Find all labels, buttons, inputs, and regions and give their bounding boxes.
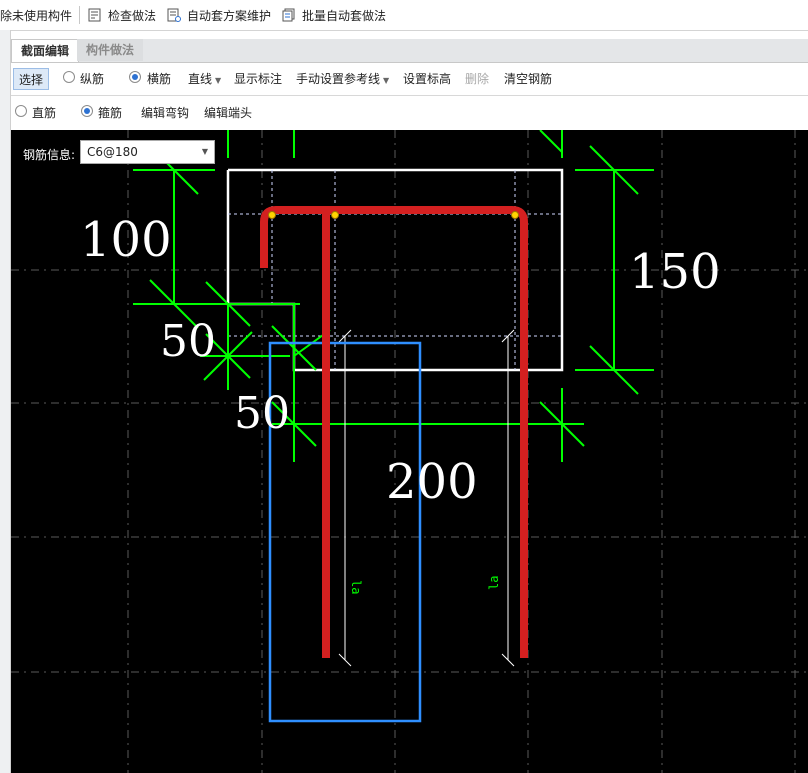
la-right-label: la xyxy=(487,576,501,590)
line-type-dropdown[interactable]: 直线 ▼ xyxy=(188,71,221,87)
chevron-down-icon: ▼ xyxy=(215,76,222,85)
edit-toolbar: 选择 纵筋 横筋 直线 ▼ 显示标注 手动设置参考线 ▼ 设置标高 删除 清空钢筋 xyxy=(11,63,808,96)
check-method-label: 检查做法 xyxy=(108,9,157,23)
left-panel-edge xyxy=(0,30,11,773)
drawing-canvas[interactable]: 100 150 50 50 200 la la xyxy=(11,130,808,773)
check-method-button[interactable]: 检查做法 xyxy=(88,7,156,25)
manual-reference-line-label: 手动设置参考线 xyxy=(296,72,381,86)
delete-button[interactable]: 删除 xyxy=(465,71,489,87)
dim-100: 100 xyxy=(80,212,172,268)
tab-bar: 截面编辑 构件做法 xyxy=(11,39,808,63)
show-annotation-button[interactable]: 显示标注 xyxy=(234,71,282,87)
batch-auto-button[interactable]: 批量自动套做法 xyxy=(282,7,386,25)
dim-150: 150 xyxy=(629,244,721,300)
delete-unused-label: 除未使用构件 xyxy=(0,9,73,23)
edit-end-button[interactable]: 编辑端头 xyxy=(204,105,252,121)
select-button[interactable]: 选择 xyxy=(13,68,50,90)
batch-auto-icon xyxy=(282,8,295,22)
radio-longitudinal[interactable] xyxy=(63,71,75,83)
tab-section-edit[interactable]: 截面编辑 xyxy=(11,39,80,62)
delete-unused-button[interactable]: 除未使用构件 xyxy=(0,7,72,25)
auto-scheme-icon xyxy=(167,8,181,22)
chevron-down-icon: ▼ xyxy=(201,147,208,156)
dim-50-lower: 50 xyxy=(234,388,290,439)
auto-scheme-label: 自动套方案维护 xyxy=(187,9,272,23)
manual-reference-line-dropdown[interactable]: 手动设置参考线 ▼ xyxy=(296,71,389,87)
rebar-info-combobox[interactable]: C6@180 ▼ xyxy=(80,140,215,164)
top-toolbar: 除未使用构件 检查做法 自动套方案维护 批量自动套做法 xyxy=(0,0,808,31)
clear-rebar-button[interactable]: 清空钢筋 xyxy=(504,71,552,87)
rebar-info-label: 钢筋信息: xyxy=(23,148,76,162)
check-method-icon xyxy=(88,8,101,22)
dimension-lines xyxy=(133,130,654,462)
la-left-label: la xyxy=(349,580,363,594)
auto-scheme-button[interactable]: 自动套方案维护 xyxy=(167,7,271,25)
rebar-type-toolbar: 直筋 箍筋 编辑弯钩 编辑端头 xyxy=(11,97,808,129)
radio-transverse[interactable] xyxy=(129,71,141,83)
batch-auto-label: 批量自动套做法 xyxy=(302,9,387,23)
toolbar-divider xyxy=(79,6,80,24)
chevron-down-icon: ▼ xyxy=(383,76,390,85)
radio-transverse-label: 横筋 xyxy=(147,72,172,86)
radio-longitudinal-label: 纵筋 xyxy=(80,72,105,86)
rebar-info-value: C6@180 xyxy=(87,145,138,159)
edit-hook-button[interactable]: 编辑弯钩 xyxy=(141,105,189,121)
radio-stirrup-label: 箍筋 xyxy=(98,106,123,120)
radio-straight[interactable] xyxy=(15,105,27,117)
line-type-label: 直线 xyxy=(188,72,213,86)
radio-straight-label: 直筋 xyxy=(32,106,57,120)
section-drawing: 100 150 50 50 200 la la xyxy=(11,130,808,773)
radio-stirrup[interactable] xyxy=(81,105,93,117)
tab-component-method[interactable]: 构件做法 xyxy=(77,39,144,61)
dim-50-upper: 50 xyxy=(160,316,216,367)
dim-200: 200 xyxy=(386,454,478,510)
set-elevation-button[interactable]: 设置标高 xyxy=(403,71,451,87)
